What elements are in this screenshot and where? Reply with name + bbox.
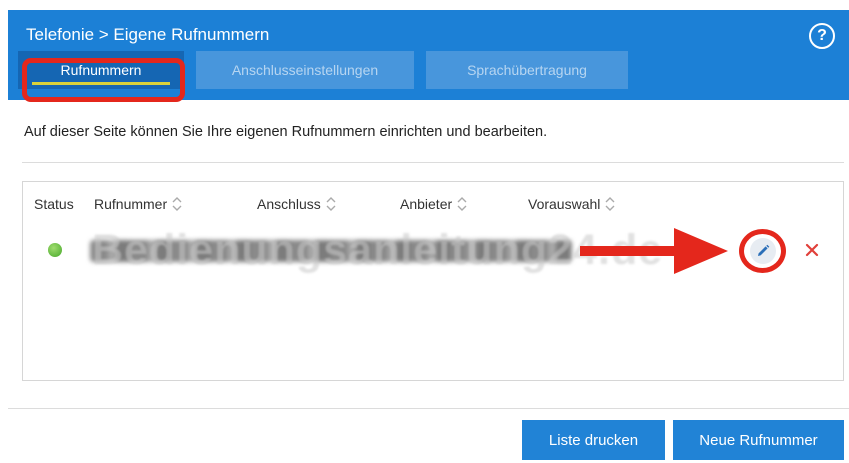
column-header-vorauswahl[interactable]: Vorauswahl [528,196,616,212]
divider [22,162,844,163]
tab-anschlusseinstellungen[interactable]: Anschlusseinstellungen [196,51,414,89]
tab-label: Anschlusseinstellungen [231,62,379,78]
tab-label: Sprachübertragung [467,62,587,78]
print-list-button[interactable]: Liste drucken [522,420,665,460]
column-label: Anbieter [400,196,453,212]
column-label: Rufnummer [94,196,168,212]
sort-icon [605,197,615,211]
annotation-arrow-icon [580,228,728,274]
tab-sprachuebertragung[interactable]: Sprachübertragung [426,51,628,89]
page-title: Telefonie > Eigene Rufnummern [26,25,270,44]
column-label: Vorauswahl [528,196,601,212]
question-circle-icon[interactable]: ? [809,23,835,49]
column-header-anbieter[interactable]: Anbieter [400,196,468,212]
pencil-icon[interactable] [749,238,776,264]
divider [8,408,849,409]
close-icon[interactable] [803,241,821,259]
sort-icon [457,197,467,211]
new-number-button[interactable]: Neue Rufnummer [673,420,844,460]
annotation-highlight-tab [22,58,185,102]
sort-icon [326,197,336,211]
column-label: Status [34,196,74,212]
annotation-highlight-edit [739,229,786,273]
status-dot-icon [48,243,62,257]
column-header-rufnummer[interactable]: Rufnummer [94,196,183,212]
column-header-status: Status [34,196,74,212]
column-label: Anschluss [257,196,321,212]
sort-icon [172,197,182,211]
intro-text: Auf dieser Seite können Sie Ihre eigenen… [24,124,548,140]
column-header-anschluss[interactable]: Anschluss [257,196,337,212]
